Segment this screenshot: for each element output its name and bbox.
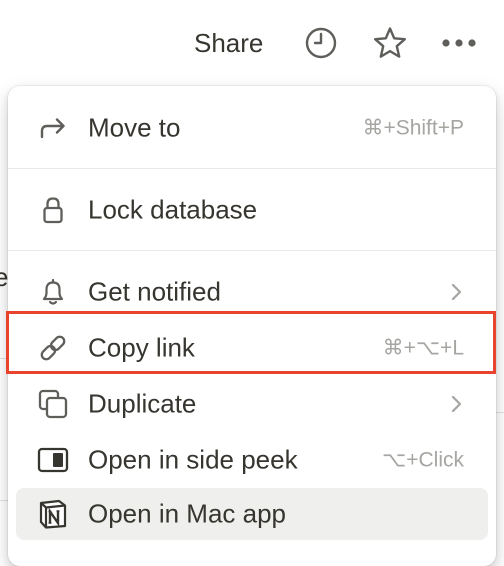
menu-item-lock-database[interactable]: Lock database — [16, 184, 488, 236]
menu-item-label: Lock database — [88, 194, 258, 225]
menu-item-label: Open in Mac app — [88, 498, 287, 529]
menu-divider — [8, 168, 496, 169]
menu-item-label: Open in side peek — [88, 444, 298, 475]
menu-item-open-mac-app[interactable]: Open in Mac app — [16, 488, 488, 540]
notion-logo-icon — [36, 497, 70, 531]
top-bar: Share — [0, 0, 504, 86]
menu-item-label: Get notified — [88, 276, 221, 307]
share-button[interactable]: Share — [186, 22, 271, 64]
side-peek-icon — [36, 443, 70, 477]
link-icon — [36, 331, 70, 365]
bell-icon — [36, 275, 70, 309]
keyboard-shortcut: ⌘+Shift+P — [362, 116, 464, 140]
clock-icon[interactable] — [301, 23, 341, 63]
menu-divider — [8, 250, 496, 251]
duplicate-icon — [36, 387, 70, 421]
menu-item-duplicate[interactable]: Duplicate — [16, 378, 488, 430]
keyboard-shortcut: ⌘+⌥+L — [382, 336, 464, 360]
chevron-right-icon — [450, 394, 464, 414]
menu-item-label: Duplicate — [88, 388, 197, 419]
arrow-turn-right-icon — [36, 111, 70, 145]
menu-item-get-notified[interactable]: Get notified — [16, 266, 488, 318]
chevron-right-icon — [450, 282, 464, 302]
keyboard-shortcut: ⌥+Click — [382, 448, 464, 472]
menu-item-label: Copy link — [88, 332, 195, 363]
lock-icon — [36, 193, 70, 227]
menu-item-label: Move to — [88, 112, 181, 143]
star-icon[interactable] — [370, 23, 410, 63]
menu-item-move-to[interactable]: Move to ⌘+Shift+P — [16, 102, 488, 154]
menu-item-open-side-peek[interactable]: Open in side peek ⌥+Click — [16, 434, 488, 486]
more-icon[interactable] — [439, 23, 479, 63]
page-options-menu: Move to ⌘+Shift+P Lock database Get noti… — [8, 86, 496, 566]
menu-item-copy-link[interactable]: Copy link ⌘+⌥+L — [16, 322, 488, 374]
